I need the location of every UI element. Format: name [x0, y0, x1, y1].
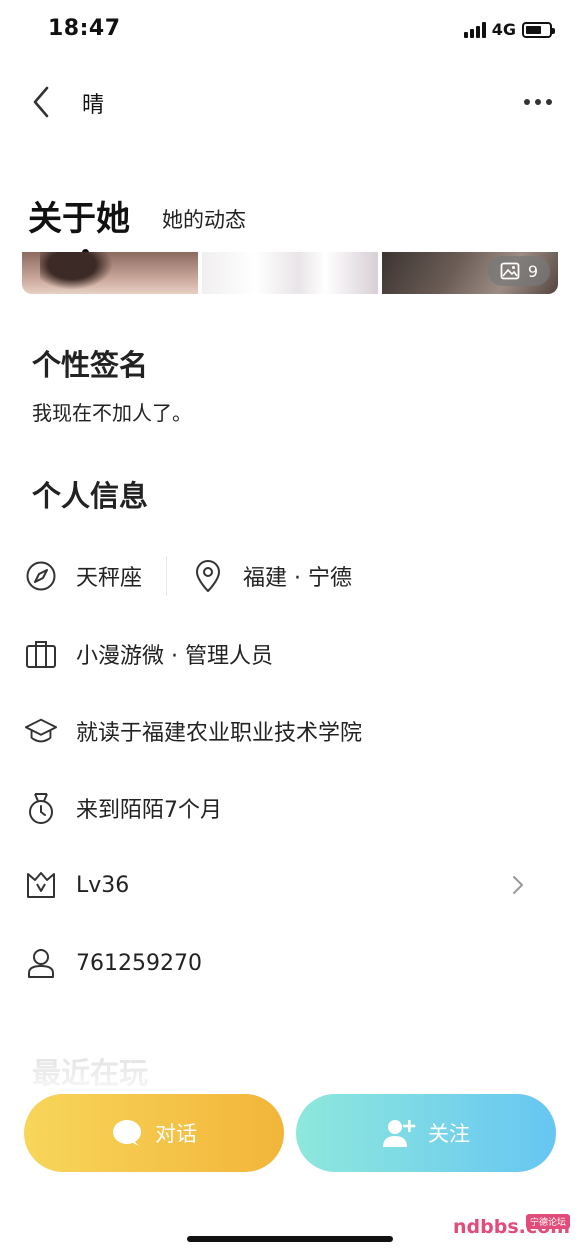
- chat-button[interactable]: 对话: [24, 1094, 284, 1172]
- chat-bubble-icon: [113, 1120, 141, 1146]
- page-title: 晴: [82, 93, 105, 118]
- photo-strip: 9: [22, 252, 558, 294]
- profile-tabs: 关于她 她的动态: [28, 180, 246, 256]
- briefcase-icon: [24, 637, 58, 671]
- back-button[interactable]: [26, 82, 56, 122]
- home-indicator: [187, 1236, 393, 1242]
- photo-thumbnail[interactable]: [202, 252, 378, 294]
- tab-about-label: 关于她: [28, 199, 130, 239]
- crown-level-icon: [24, 868, 58, 902]
- signal-icon: [463, 21, 486, 38]
- divider: [166, 556, 168, 596]
- location-text: 福建 · 宁德: [243, 566, 352, 591]
- tab-moments[interactable]: 她的动态: [162, 204, 246, 234]
- chevron-left-icon: [33, 86, 49, 118]
- nav-bar: 晴: [0, 70, 580, 134]
- level-text: Lv36: [76, 872, 130, 898]
- photo-count-badge: 9: [487, 256, 550, 286]
- recent-playing-title: 最近在玩: [32, 1056, 149, 1090]
- status-bar: 18:47 4G: [0, 0, 580, 62]
- info-row-user-id: 761259270: [24, 943, 202, 983]
- watermark-badge: 宁德论坛: [525, 1214, 570, 1229]
- constellation-text: 天秤座: [76, 566, 143, 591]
- tab-about[interactable]: 关于她: [28, 191, 130, 256]
- info-row-constellation-location: 天秤座 福建 · 宁德: [24, 556, 352, 596]
- status-time: 18:47: [48, 16, 121, 41]
- personal-info-title: 个人信息: [32, 479, 149, 513]
- image-icon: [500, 262, 520, 280]
- status-indicators: 4G: [463, 20, 555, 39]
- network-type: 4G: [491, 20, 516, 39]
- job-text: 小漫游微 · 管理人员: [76, 644, 273, 669]
- photo-thumbnail[interactable]: 9: [382, 252, 558, 294]
- info-row-level[interactable]: Lv36: [24, 865, 556, 905]
- school-text: 就读于福建农业职业技术学院: [76, 721, 363, 746]
- chat-button-label: 对话: [155, 1122, 197, 1146]
- follow-button[interactable]: 关注: [296, 1094, 556, 1172]
- signature-text: 我现在不加人了。: [32, 401, 192, 425]
- info-row-job: 小漫游微 · 管理人员: [24, 634, 273, 674]
- graduation-cap-icon: [24, 714, 58, 748]
- user-icon: [24, 946, 58, 980]
- info-row-school: 就读于福建农业职业技术学院: [24, 711, 362, 751]
- location-pin-icon: [191, 559, 225, 593]
- follow-button-label: 关注: [428, 1122, 470, 1146]
- photo-count: 9: [527, 261, 538, 281]
- timer-icon: [24, 791, 58, 825]
- joined-text: 来到陌陌7个月: [76, 798, 222, 823]
- compass-icon: [24, 559, 58, 593]
- add-user-icon: [383, 1120, 416, 1147]
- info-row-joined: 来到陌陌7个月: [24, 788, 222, 828]
- battery-fill: [526, 25, 542, 34]
- chevron-right-icon: [513, 876, 523, 894]
- signature-title: 个性签名: [32, 348, 149, 382]
- photo-thumbnail[interactable]: [22, 252, 198, 294]
- watermark: ndbbs.com 宁德论坛: [453, 1214, 570, 1238]
- battery-icon: [522, 21, 555, 38]
- more-button[interactable]: [518, 88, 558, 116]
- user-id-text: 761259270: [76, 950, 202, 976]
- more-dots-icon: [524, 99, 530, 105]
